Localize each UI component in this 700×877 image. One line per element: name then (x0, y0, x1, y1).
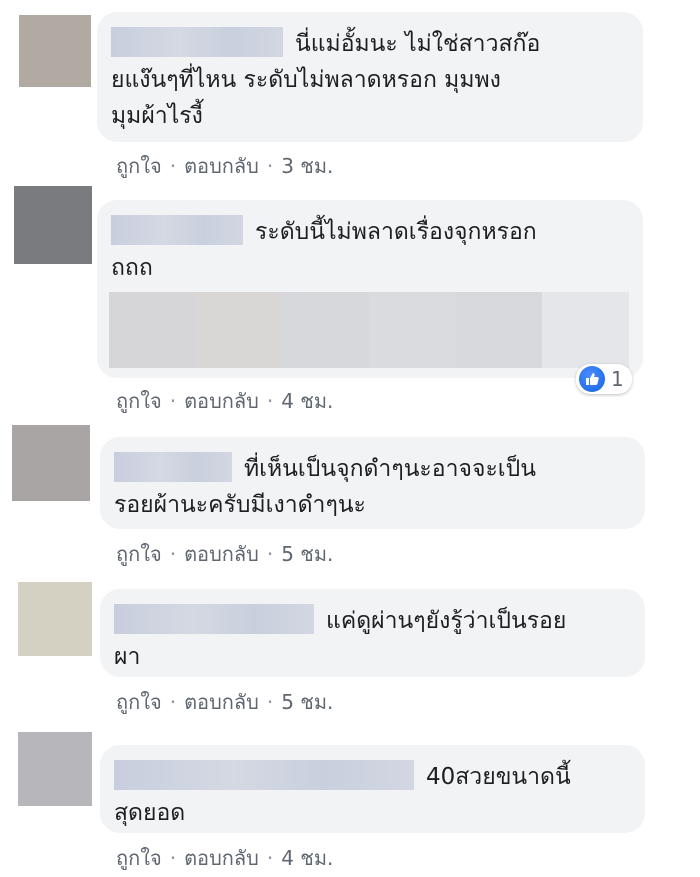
comment-actions: ถูกใจ · ตอบกลับ · 3 ชม. (116, 150, 333, 182)
like-link[interactable]: ถูกใจ (116, 389, 162, 413)
comment-actions: ถูกใจ · ตอบกลับ · 4 ชม. (116, 842, 333, 874)
reaction-badge[interactable]: 1 (576, 364, 632, 394)
reply-link[interactable]: ตอบกลับ (184, 154, 259, 178)
like-link[interactable]: ถูกใจ (116, 154, 162, 178)
commenter-name[interactable] (111, 215, 243, 245)
comment-actions: ถูกใจ · ตอบกลับ · 5 ชม. (116, 686, 333, 718)
commenter-name[interactable] (114, 604, 314, 634)
reply-link[interactable]: ตอบกลับ (184, 389, 259, 413)
timestamp[interactable]: 5 ชม. (281, 542, 333, 566)
reply-link[interactable]: ตอบกลับ (184, 846, 259, 870)
timestamp[interactable]: 4 ชม. (281, 846, 333, 870)
reply-link[interactable]: ตอบกลับ (184, 542, 259, 566)
timestamp[interactable]: 4 ชม. (281, 389, 333, 413)
timestamp[interactable]: 5 ชม. (281, 690, 333, 714)
avatar[interactable] (18, 732, 92, 806)
comment-bubble: นี่แม่อั้มนะ ไม่ใช่สาวสก๊อ ยแง๊นๆที่ไหน … (97, 12, 643, 142)
comment-actions: ถูกใจ · ตอบกลับ · 5 ชม. (116, 538, 333, 570)
reply-link[interactable]: ตอบกลับ (184, 690, 259, 714)
like-link[interactable]: ถูกใจ (116, 542, 162, 566)
separator: · (266, 389, 274, 413)
avatar[interactable] (18, 582, 92, 656)
avatar[interactable] (14, 186, 92, 264)
reaction-count: 1 (611, 367, 624, 391)
separator: · (266, 690, 274, 714)
timestamp[interactable]: 3 ชม. (281, 154, 333, 178)
commenter-name[interactable] (111, 27, 283, 57)
avatar[interactable] (19, 15, 91, 87)
like-link[interactable]: ถูกใจ (116, 690, 162, 714)
avatar[interactable] (12, 425, 90, 501)
separator: · (266, 154, 274, 178)
attached-image[interactable] (109, 292, 630, 368)
separator: · (169, 389, 177, 413)
comment-bubble: แค่ดูผ่านๆยังรู้ว่าเป็นรอย ผา (100, 589, 645, 677)
like-link[interactable]: ถูกใจ (116, 846, 162, 870)
comment-actions: ถูกใจ · ตอบกลับ · 4 ชม. (116, 385, 333, 417)
separator: · (169, 154, 177, 178)
separator: · (169, 542, 177, 566)
separator: · (169, 690, 177, 714)
commenter-name[interactable] (114, 760, 414, 790)
thumbs-up-icon (579, 366, 605, 392)
comment-bubble: ที่เห็นเป็นจุกดำๆนะอาจจะเป็น รอยผ้านะครั… (100, 437, 645, 529)
separator: · (169, 846, 177, 870)
comment-bubble: 40สวยขนาดนี้ สุดยอด (100, 745, 645, 833)
commenter-name[interactable] (114, 452, 232, 482)
separator: · (266, 542, 274, 566)
separator: · (266, 846, 274, 870)
comment-bubble: ระดับนี้ไม่พลาดเรื่องจุกหรอก ถถถ (97, 200, 643, 378)
